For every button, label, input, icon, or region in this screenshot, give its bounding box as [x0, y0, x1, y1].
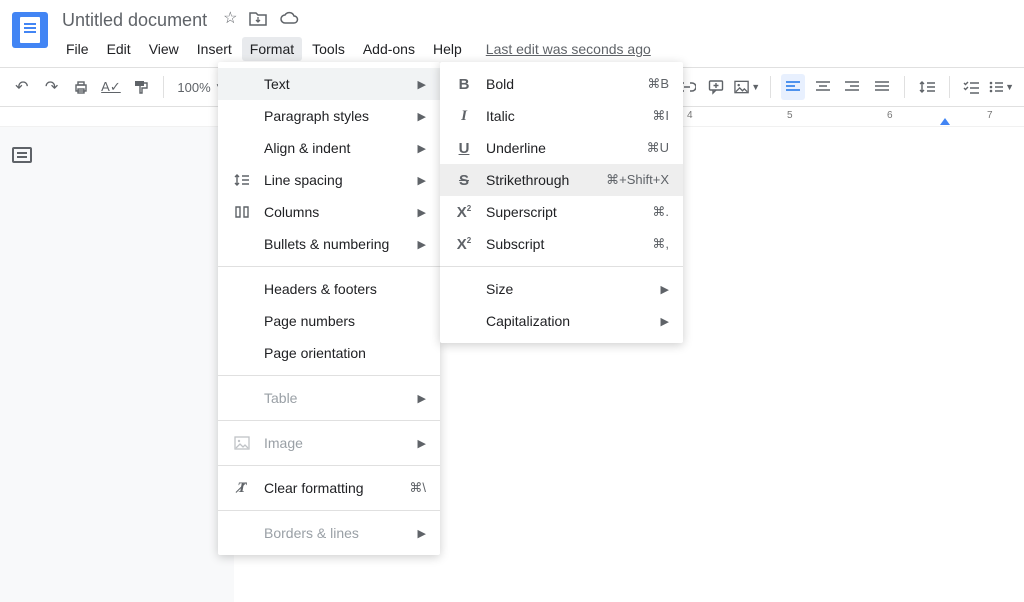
menu-item-bold[interactable]: B Bold ⌘B	[440, 68, 683, 100]
line-spacing-button[interactable]	[915, 74, 939, 100]
menu-item-page-numbers[interactable]: Page numbers	[218, 305, 440, 337]
menu-item-paragraph-styles[interactable]: Paragraph styles ▶	[218, 100, 440, 132]
header: Untitled document ☆ File Edit View Inser…	[0, 0, 1024, 61]
underline-icon: U	[454, 140, 474, 157]
columns-icon	[232, 204, 252, 220]
menu-item-clear-formatting[interactable]: T Clear formatting ⌘\	[218, 472, 440, 504]
add-comment-button[interactable]	[704, 74, 728, 100]
outline-toggle-icon[interactable]	[12, 147, 32, 163]
insert-image-button[interactable]: ▼	[734, 74, 760, 100]
image-icon	[232, 435, 252, 451]
submenu-arrow-icon: ▶	[418, 78, 426, 91]
menu-edit[interactable]: Edit	[99, 37, 139, 61]
menu-item-bullets-numbering[interactable]: Bullets & numbering ▶	[218, 228, 440, 260]
menu-item-columns[interactable]: Columns ▶	[218, 196, 440, 228]
text-submenu-panel: B Bold ⌘B I Italic ⌘I U Underline ⌘U S S…	[440, 62, 683, 343]
move-icon[interactable]	[249, 11, 267, 31]
menu-item-align-indent[interactable]: Align & indent ▶	[218, 132, 440, 164]
menu-item-size[interactable]: Size ▶	[440, 273, 683, 305]
strikethrough-icon: S	[454, 172, 474, 189]
docs-logo[interactable]	[12, 12, 48, 48]
menubar: File Edit View Insert Format Tools Add-o…	[58, 37, 651, 61]
menu-item-text[interactable]: Text ▶	[218, 68, 440, 100]
menu-help[interactable]: Help	[425, 37, 470, 61]
menu-item-image: Image ▶	[218, 427, 440, 459]
menu-item-italic[interactable]: I Italic ⌘I	[440, 100, 683, 132]
menu-item-superscript[interactable]: X2 Superscript ⌘.	[440, 196, 683, 228]
menu-view[interactable]: View	[141, 37, 187, 61]
menu-insert[interactable]: Insert	[189, 37, 240, 61]
menu-item-headers-footers[interactable]: Headers & footers	[218, 273, 440, 305]
subscript-icon: X2	[454, 236, 474, 253]
checklist-button[interactable]	[959, 74, 983, 100]
menu-item-underline[interactable]: U Underline ⌘U	[440, 132, 683, 164]
align-right-button[interactable]	[840, 74, 864, 100]
bold-icon: B	[454, 76, 474, 93]
clear-format-icon: T	[232, 480, 252, 497]
menu-item-page-orientation[interactable]: Page orientation	[218, 337, 440, 369]
italic-icon: I	[454, 108, 474, 125]
align-left-button[interactable]	[781, 74, 805, 100]
doc-title[interactable]: Untitled document	[58, 8, 211, 33]
align-center-button[interactable]	[811, 74, 835, 100]
paint-format-button[interactable]	[129, 74, 153, 100]
format-menu-panel: Text ▶ Paragraph styles ▶ Align & indent…	[218, 62, 440, 555]
print-button[interactable]	[69, 74, 93, 100]
menu-format[interactable]: Format	[242, 37, 302, 61]
cloud-status-icon[interactable]	[279, 11, 299, 31]
spellcheck-button[interactable]: A✓	[99, 74, 123, 100]
menu-file[interactable]: File	[58, 37, 97, 61]
menu-item-borders-lines: Borders & lines ▶	[218, 517, 440, 549]
menu-tools[interactable]: Tools	[304, 37, 353, 61]
redo-button[interactable]: ↷	[40, 74, 64, 100]
star-icon[interactable]: ☆	[223, 11, 237, 31]
ruler-right-indent-marker[interactable]	[940, 118, 950, 125]
last-edit-link[interactable]: Last edit was seconds ago	[486, 41, 651, 57]
undo-button[interactable]: ↶	[10, 74, 34, 100]
menu-item-strikethrough[interactable]: S Strikethrough ⌘+Shift+X	[440, 164, 683, 196]
menu-item-subscript[interactable]: X2 Subscript ⌘,	[440, 228, 683, 260]
menu-item-capitalization[interactable]: Capitalization ▶	[440, 305, 683, 337]
align-justify-button[interactable]	[870, 74, 894, 100]
line-spacing-icon	[232, 172, 252, 188]
menu-item-line-spacing[interactable]: Line spacing ▶	[218, 164, 440, 196]
menu-item-table: Table ▶	[218, 382, 440, 414]
superscript-icon: X2	[454, 204, 474, 221]
menu-addons[interactable]: Add-ons	[355, 37, 423, 61]
bulleted-list-button[interactable]: ▼	[989, 74, 1014, 100]
